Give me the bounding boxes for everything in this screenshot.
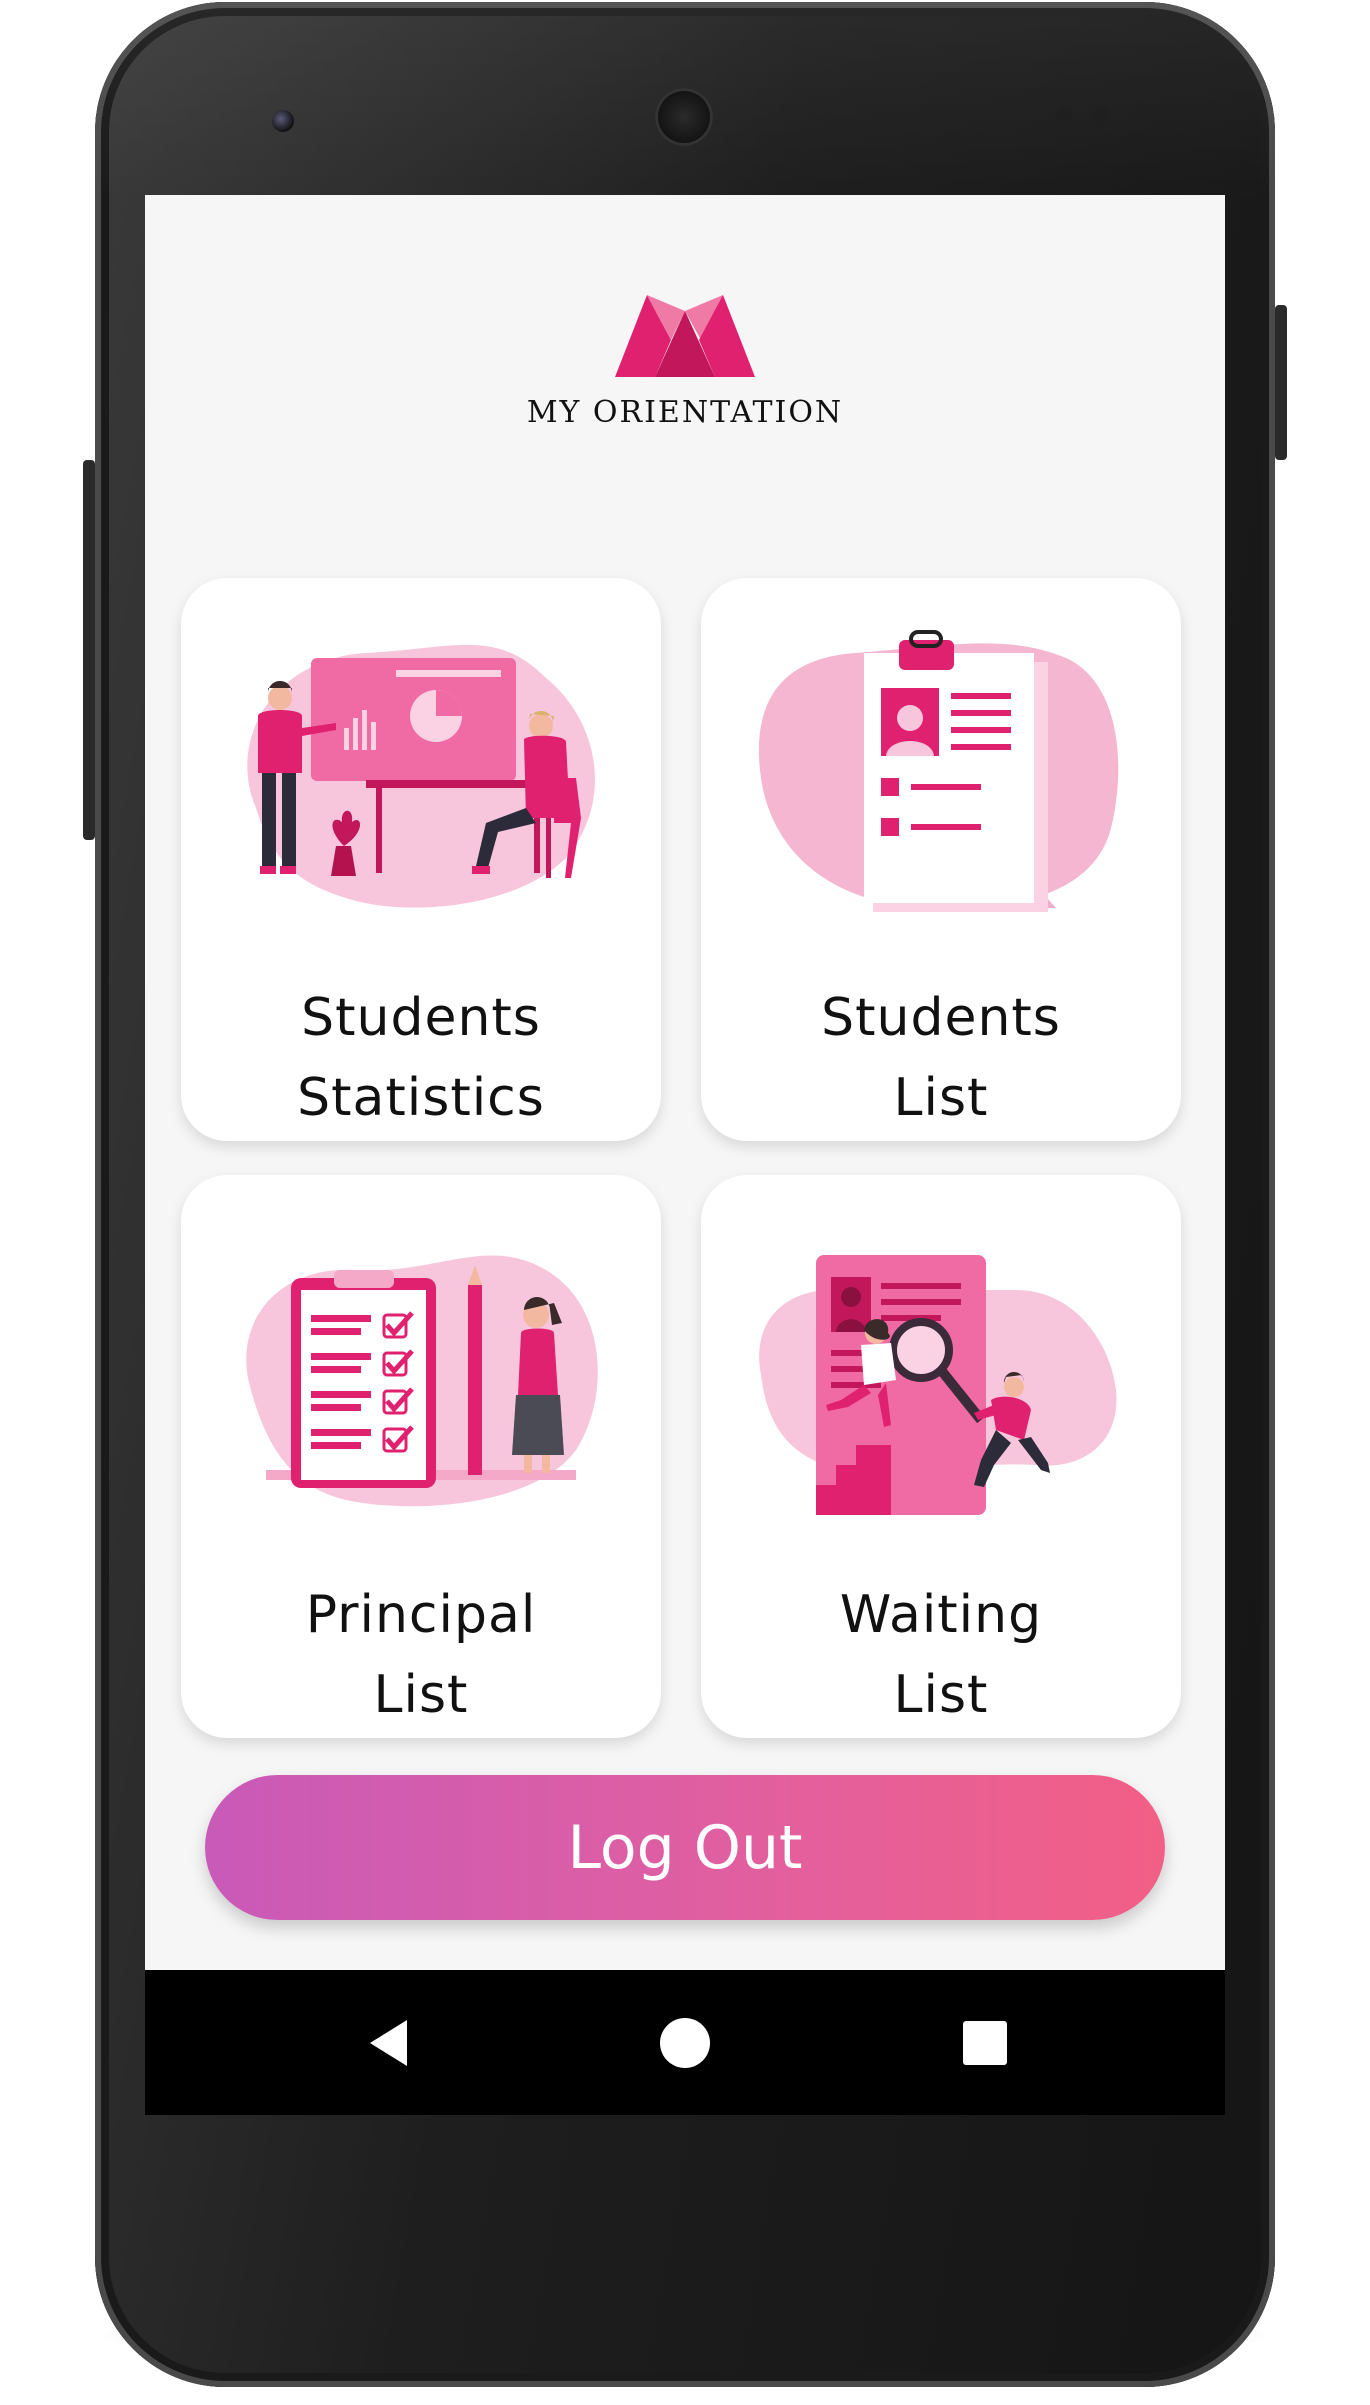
students-statistics-tile[interactable]: Students Statistics [181, 578, 661, 1141]
proximity-sensor-icon [1055, 108, 1073, 126]
tile-label-line1: Students [301, 988, 541, 1048]
tile-label-line1: Waiting [839, 1585, 1043, 1645]
light-sensor-icon [1092, 108, 1110, 126]
logo-mark-icon [615, 295, 755, 377]
checklist-illustration-icon [246, 1255, 598, 1507]
earpiece-speaker-icon [655, 88, 713, 146]
logout-button[interactable]: Log Out [205, 1775, 1165, 1920]
presentation-illustration-icon [247, 644, 595, 908]
tile-label-line2: List [893, 1068, 989, 1128]
volume-button [83, 460, 95, 840]
tile-label: Students List [701, 978, 1181, 1138]
back-triangle-icon[interactable] [355, 2008, 425, 2078]
power-button [1275, 305, 1287, 460]
tile-label-line2: List [373, 1665, 469, 1725]
students-list-tile[interactable]: Students List [701, 578, 1181, 1141]
tile-label: Principal List [181, 1575, 661, 1735]
app-screen: MY ORIENTATION Students Statistics Stude… [145, 195, 1225, 1970]
system-navigation-bar [145, 1970, 1225, 2115]
tile-label: Students Statistics [181, 978, 661, 1138]
resume-clipboard-illustration-icon [758, 630, 1119, 912]
app-title: MY ORIENTATION [526, 395, 844, 430]
waiting-list-tile[interactable]: Waiting List [701, 1175, 1181, 1738]
principal-list-tile[interactable]: Principal List [181, 1175, 661, 1738]
home-circle-icon[interactable] [650, 2008, 720, 2078]
recents-square-icon[interactable] [950, 2008, 1020, 2078]
tile-label-line2: Statistics [297, 1068, 545, 1128]
search-profile-illustration-icon [759, 1255, 1117, 1515]
tile-label-line1: Principal [305, 1585, 537, 1645]
tile-label-line2: List [893, 1665, 989, 1725]
app-logo: MY ORIENTATION [145, 295, 1225, 430]
front-camera-icon [272, 110, 294, 132]
tile-label-line1: Students [821, 988, 1061, 1048]
tile-label: Waiting List [701, 1575, 1181, 1735]
